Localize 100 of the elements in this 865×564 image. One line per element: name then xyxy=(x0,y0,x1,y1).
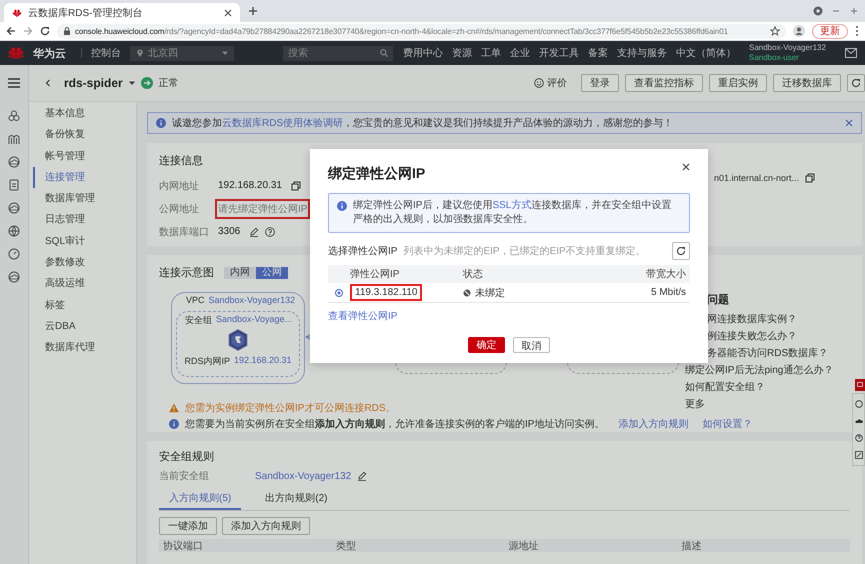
help-link[interactable]: 如何设置？ xyxy=(702,417,752,431)
column-header: 源地址 xyxy=(508,540,540,552)
ssl-link[interactable]: SSL方式 xyxy=(492,200,532,211)
cloud-icon[interactable] xyxy=(8,156,20,168)
action-button[interactable]: 重启实例 xyxy=(709,74,767,92)
help-link[interactable]: 添加入方向规则 xyxy=(618,417,688,431)
extension-icon[interactable] xyxy=(813,6,823,16)
card-title: 连接示意图 xyxy=(159,266,214,280)
database-icon xyxy=(228,328,248,350)
star-icon[interactable] xyxy=(770,26,780,36)
cloud-icon[interactable] xyxy=(8,202,20,214)
field-value: n01.internal.cn-nort... xyxy=(714,173,800,183)
more-icon[interactable] xyxy=(855,25,859,37)
caret-icon[interactable] xyxy=(128,80,135,86)
security-group-link[interactable]: Sandbox-Voyage... xyxy=(216,314,292,327)
nav-link[interactable]: 开发工具 xyxy=(539,46,579,60)
nav-link[interactable]: 资源 xyxy=(452,46,472,60)
sidebar-item[interactable]: 日志管理 xyxy=(33,209,136,231)
cluster-icon[interactable] xyxy=(8,110,20,122)
sidebar-item[interactable]: 帐号管理 xyxy=(33,146,136,167)
instance-name: rds-spider xyxy=(64,76,123,90)
nav-link[interactable]: 中文（简体） xyxy=(676,46,736,60)
new-tab-icon[interactable] xyxy=(248,6,258,16)
sidebar-item[interactable]: 云DBA xyxy=(33,316,136,338)
rule-button[interactable]: 添加入方向规则 xyxy=(222,517,310,535)
nav-link[interactable]: 企业 xyxy=(510,46,530,60)
action-button[interactable]: 查看监控指标 xyxy=(625,74,703,92)
back-icon[interactable] xyxy=(6,26,16,36)
toggle-option[interactable]: 公网 xyxy=(256,266,288,278)
confirm-button[interactable]: 确定 xyxy=(468,337,505,353)
security-group-link[interactable]: Sandbox-Voyager132 xyxy=(255,470,352,482)
bridge-icon[interactable] xyxy=(8,133,20,145)
copy-icon[interactable] xyxy=(805,173,816,183)
action-button[interactable]: 迁移数据库 xyxy=(773,74,841,92)
refresh-icon xyxy=(676,246,686,256)
rate-link[interactable]: 评价 xyxy=(534,76,567,90)
back-icon[interactable] xyxy=(44,79,52,87)
close-icon[interactable] xyxy=(682,163,690,171)
cloud-icon[interactable] xyxy=(855,417,863,425)
search-field[interactable]: 搜索 xyxy=(283,46,393,60)
maximize-icon[interactable] xyxy=(849,6,859,16)
close-icon[interactable] xyxy=(224,8,232,16)
more-link[interactable]: 更多 xyxy=(685,397,850,411)
browser-tab[interactable]: 云数据库RDS-管理控制台 xyxy=(4,3,240,22)
copy-icon[interactable] xyxy=(290,180,301,190)
rule-tab[interactable]: 入方向规则(5) xyxy=(159,488,242,510)
console-link[interactable]: 控制台 xyxy=(91,46,121,60)
reload-icon[interactable] xyxy=(40,26,50,36)
globe-icon[interactable] xyxy=(8,225,20,237)
status-text: 正常 xyxy=(158,76,179,90)
feedback-icon[interactable] xyxy=(855,379,865,391)
address-field[interactable]: console.huaweicloud.com/rds/?agencyId=dad4a79b27884290aa2267218e307740&region=cn-north-4&locale=zh-cn#/rds/management/connectTab/3cc377f6e5f545b5b2e23c55386ffd6ain01 xyxy=(57,24,786,38)
refresh-button[interactable] xyxy=(847,74,865,92)
hint-text: 列表中为未绑定的EIP，已绑定的EIP不支持重复绑定。 xyxy=(403,244,646,258)
avatar-icon[interactable] xyxy=(793,25,805,37)
document-icon[interactable] xyxy=(8,179,20,191)
field-label: 数据库端口 xyxy=(159,226,209,238)
toggle-option[interactable]: 内网 xyxy=(224,266,256,278)
column-header: 类型 xyxy=(334,540,357,552)
region-select[interactable]: 北京四 xyxy=(130,46,234,60)
radio-button[interactable] xyxy=(335,288,343,296)
warning-text: 您需为实例绑定弹性公网IP才可公网连接RDS。 xyxy=(185,402,396,415)
help-icon[interactable] xyxy=(855,434,863,442)
sidebar-item[interactable]: 高级运维 xyxy=(33,273,136,295)
faq-link[interactable]: 绑定公网IP后无法ping通怎么办？ xyxy=(685,363,850,377)
menu-icon[interactable] xyxy=(8,78,20,88)
sidebar-item[interactable]: 参数修改 xyxy=(33,252,136,274)
edit-icon[interactable] xyxy=(357,471,368,481)
cloud-icon[interactable] xyxy=(8,271,20,283)
sidebar-item[interactable]: 备份恢复 xyxy=(33,124,136,146)
edit-icon[interactable] xyxy=(855,451,863,459)
nav-link[interactable]: 支持与服务 xyxy=(617,46,667,60)
field-label: 公网地址 xyxy=(159,202,200,216)
update-button[interactable]: 更新 xyxy=(812,24,848,38)
dialog-title: 绑定弹性公网IP xyxy=(328,165,426,183)
faq-link[interactable]: 如何配置安全组？ xyxy=(685,380,850,394)
help-icon[interactable] xyxy=(265,226,276,236)
action-button[interactable]: 登录 xyxy=(581,74,619,92)
sidebar-item[interactable]: 数据库代理 xyxy=(33,337,136,359)
survey-link[interactable]: 云数据库RDS使用体验调研 xyxy=(222,118,344,129)
column-header: 状态 xyxy=(462,268,484,281)
nav-link[interactable]: 工单 xyxy=(481,46,501,60)
rule-tab[interactable]: 出方向规则(2) xyxy=(255,488,338,510)
sidebar-item[interactable]: 基本信息 xyxy=(33,103,136,124)
refresh-button[interactable] xyxy=(672,242,690,260)
cancel-button[interactable]: 取消 xyxy=(513,337,550,353)
vpc-link[interactable]: Sandbox-Voyager132 xyxy=(208,295,296,305)
view-eip-link[interactable]: 查看弹性公网IP xyxy=(328,309,398,323)
brand-name[interactable]: 华为云 xyxy=(33,46,66,60)
nav-link[interactable]: 备案 xyxy=(588,46,608,60)
service-icon[interactable] xyxy=(855,400,863,408)
sidebar-item[interactable]: 数据库管理 xyxy=(33,188,136,210)
sidebar-item[interactable]: 标签 xyxy=(33,294,136,316)
edit-icon[interactable] xyxy=(249,226,260,236)
account-name[interactable]: Sandbox-Voyager132 xyxy=(749,43,826,53)
gauge-icon[interactable] xyxy=(8,248,20,260)
nav-link[interactable]: 费用中心 xyxy=(403,46,443,60)
mail-icon[interactable] xyxy=(845,47,857,59)
rule-button[interactable]: 一键添加 xyxy=(159,517,217,535)
sidebar-item[interactable]: SQL审计 xyxy=(33,230,136,252)
